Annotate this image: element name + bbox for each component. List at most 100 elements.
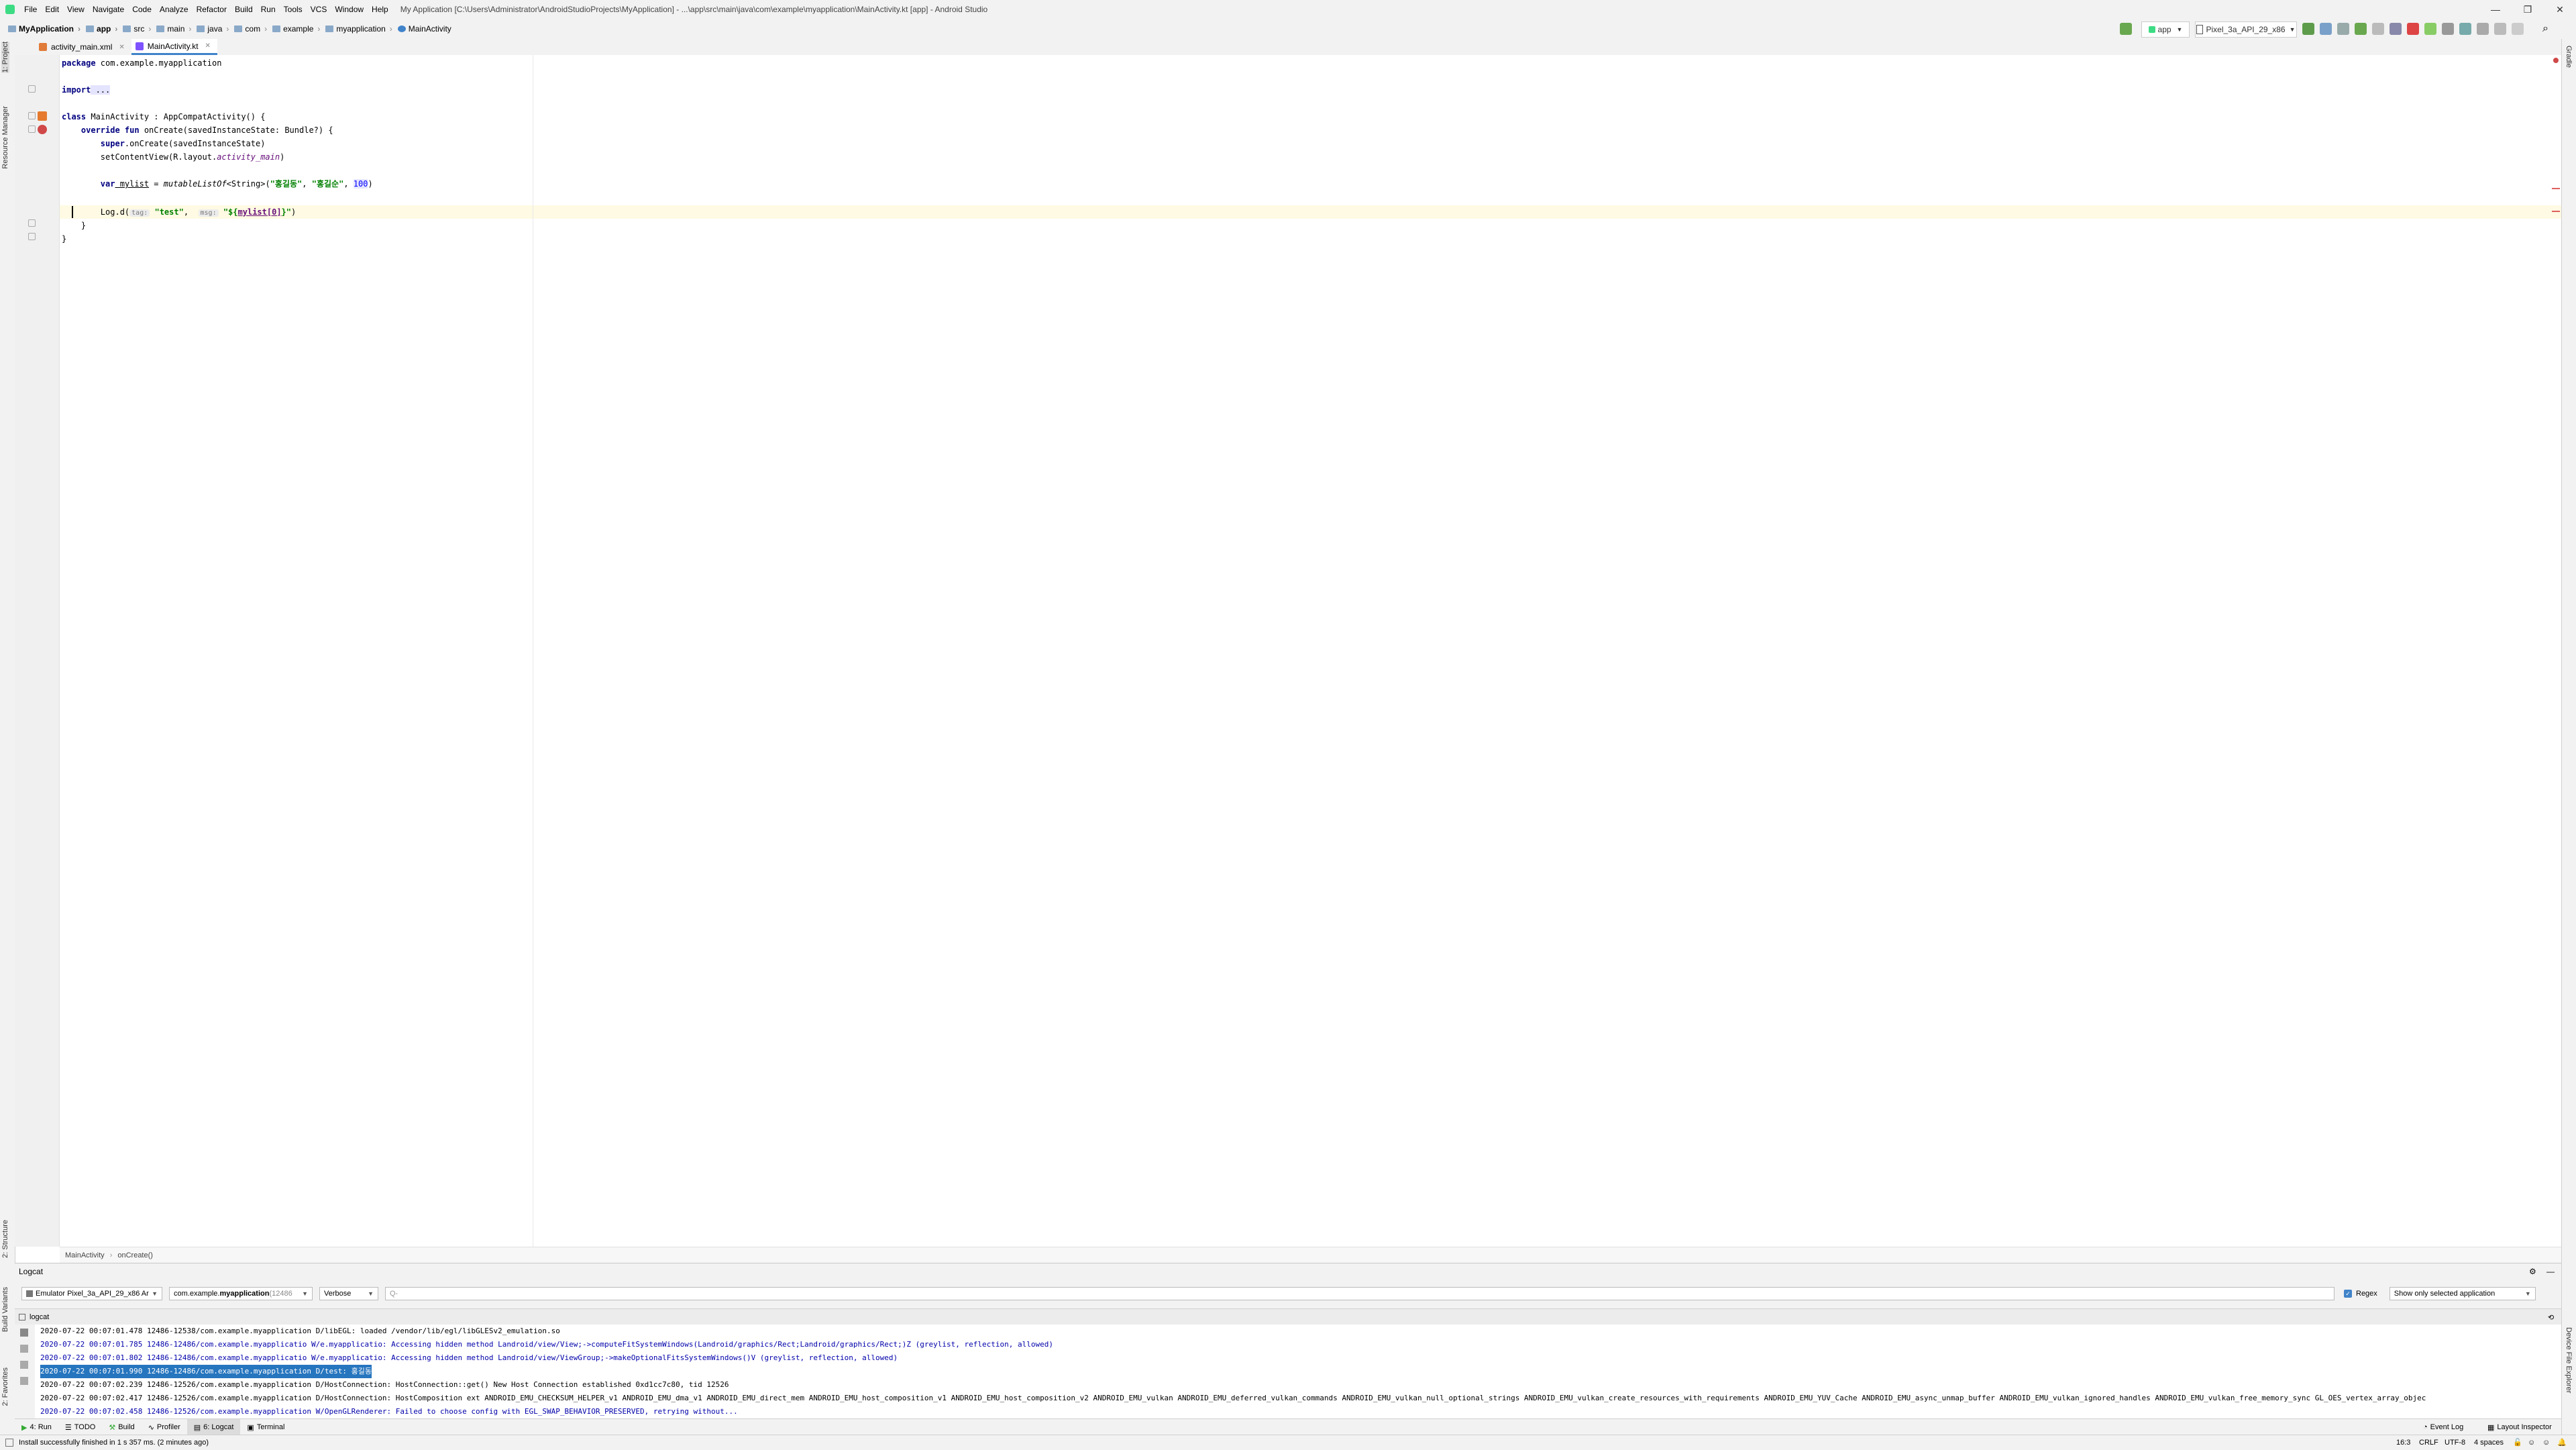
indent-setting[interactable]: 4 spaces <box>2474 1435 2504 1450</box>
error-stripe-mark[interactable] <box>2552 211 2560 212</box>
breadcrumb-myapplication[interactable]: myapplication › <box>323 24 394 34</box>
menu-code[interactable]: Code <box>128 0 156 19</box>
breadcrumb-project[interactable]: MyApplication › <box>5 24 83 34</box>
device-file-explorer-tool-button[interactable]: Device File Explorer <box>2565 1327 2573 1393</box>
caret-position[interactable]: 16:3 <box>2396 1435 2410 1450</box>
menu-window[interactable]: Window <box>331 0 368 19</box>
tab-mainactivity-kt[interactable]: MainActivity.kt ✕ <box>131 39 217 55</box>
rerun-icon[interactable] <box>2302 23 2314 35</box>
breadcrumb-com[interactable]: com › <box>231 24 270 34</box>
file-encoding[interactable]: UTF-8 <box>2445 1435 2465 1450</box>
project-structure-icon[interactable] <box>2512 23 2524 35</box>
avd-manager-icon[interactable] <box>2442 23 2454 35</box>
log-level-dropdown[interactable]: Verbose ▼ <box>319 1287 378 1300</box>
logcat-line[interactable]: 2020-07-22 00:07:02.458 12486-12526/com.… <box>40 1405 738 1418</box>
gradle-tool-button[interactable]: Gradle <box>2565 46 2573 68</box>
device-dropdown[interactable]: Emulator Pixel_3a_API_29_x86 Ar ▼ <box>21 1287 162 1300</box>
menu-file[interactable]: File <box>20 0 41 19</box>
menu-edit[interactable]: Edit <box>41 0 63 19</box>
fold-toggle-icon[interactable] <box>28 125 36 133</box>
process-dropdown[interactable]: com.example. myapplication (12486 ▼ <box>169 1287 313 1300</box>
device-selector[interactable]: Pixel_3a_API_29_x86 ▼ <box>2195 21 2297 38</box>
logcat-line[interactable]: 2020-07-22 00:07:02.239 12486-12526/com.… <box>40 1378 729 1392</box>
tool-tab-profiler[interactable]: ∿ Profiler <box>142 1419 187 1435</box>
breadcrumb-mainactivity[interactable]: MainActivity <box>395 24 454 34</box>
build-variants-tool-button[interactable]: Build Variants <box>1 1287 9 1332</box>
settings-gear-icon[interactable]: ⚙ <box>2529 1267 2536 1276</box>
project-tool-button[interactable]: 1: Project <box>1 42 9 73</box>
status-message[interactable]: Install successfully finished in 1 s 357… <box>19 1439 209 1447</box>
device-manager-icon[interactable] <box>2494 23 2506 35</box>
fold-toggle-icon[interactable] <box>28 112 36 119</box>
menu-refactor[interactable]: Refactor <box>193 0 231 19</box>
apply-code-changes-icon[interactable] <box>2337 23 2349 35</box>
fold-toggle-icon[interactable] <box>28 219 36 227</box>
tool-tab-terminal[interactable]: ▣ Terminal <box>240 1419 291 1435</box>
up-icon[interactable] <box>20 1361 28 1369</box>
maximize-button[interactable]: ❐ <box>2512 0 2544 19</box>
editor-crumb-method[interactable]: onCreate() <box>112 1251 158 1259</box>
layout-inspector-icon[interactable] <box>2477 23 2489 35</box>
breadcrumb-main[interactable]: main › <box>154 24 194 34</box>
sync-gradle-icon[interactable] <box>2424 23 2436 35</box>
error-stripe-mark[interactable] <box>2552 188 2560 189</box>
editor-crumb-class[interactable]: MainActivity <box>60 1251 110 1259</box>
run-config-selector[interactable]: app ▼ <box>2141 21 2190 38</box>
search-everywhere-icon[interactable]: ⌕ <box>2542 23 2548 35</box>
code-editor[interactable] <box>60 55 2561 1247</box>
inspector-icon[interactable]: ☺ <box>2528 1435 2535 1450</box>
menu-vcs[interactable]: VCS <box>307 0 331 19</box>
structure-tool-button[interactable]: 2: Structure <box>1 1220 9 1258</box>
close-tab-icon[interactable]: ✕ <box>205 42 211 50</box>
close-window-button[interactable]: ✕ <box>2544 0 2576 19</box>
scroll-to-end-icon[interactable] <box>20 1345 28 1353</box>
breadcrumb-app[interactable]: app › <box>83 24 120 34</box>
tool-tab-run[interactable]: ▶ 4: Run <box>15 1419 58 1435</box>
error-indicator-icon[interactable] <box>2553 58 2559 63</box>
breadcrumb-java[interactable]: java › <box>194 24 231 34</box>
tool-tab-logcat[interactable]: ▤ 6: Logcat <box>186 1419 241 1435</box>
tool-tab-build[interactable]: ⚒ Build <box>102 1419 141 1435</box>
clear-logcat-icon[interactable] <box>20 1329 28 1337</box>
menu-run[interactable]: Run <box>257 0 280 19</box>
profile-icon[interactable] <box>2372 23 2384 35</box>
tab-activity-main-xml[interactable]: activity_main.xml ✕ <box>35 39 131 55</box>
attach-debugger-icon[interactable] <box>2390 23 2402 35</box>
fold-toggle-icon[interactable] <box>28 85 36 93</box>
sdk-manager-icon[interactable] <box>2459 23 2471 35</box>
logcat-line[interactable]: 2020-07-22 00:07:01.785 12486-12486/com.… <box>40 1338 1053 1351</box>
toggle-tool-windows-icon[interactable] <box>5 1439 13 1447</box>
menu-navigate[interactable]: Navigate <box>89 0 128 19</box>
favorites-tool-button[interactable]: 2: Favorites <box>1 1367 9 1406</box>
notifications-icon[interactable]: 🔔 <box>2557 1435 2567 1450</box>
menu-build[interactable]: Build <box>231 0 257 19</box>
menu-tools[interactable]: Tools <box>280 0 307 19</box>
regex-checkbox[interactable]: ✓ Regex <box>2344 1290 2377 1298</box>
menu-analyze[interactable]: Analyze <box>156 0 193 19</box>
fold-toggle-icon[interactable] <box>28 233 36 240</box>
menu-help[interactable]: Help <box>368 0 392 19</box>
debug-icon[interactable] <box>2355 23 2367 35</box>
tool-tab-todo[interactable]: ☰ TODO <box>58 1419 102 1435</box>
logcat-output[interactable]: 2020-07-22 00:07:01.478 12486-12538/com.… <box>35 1325 2561 1418</box>
stop-icon[interactable] <box>2407 23 2419 35</box>
make-project-icon[interactable] <box>2120 23 2132 35</box>
logcat-line[interactable]: 2020-07-22 00:07:01.990 12486-12486/com.… <box>40 1365 372 1378</box>
logcat-line[interactable]: 2020-07-22 00:07:01.478 12486-12538/com.… <box>40 1325 560 1338</box>
logcat-line[interactable]: 2020-07-22 00:07:02.417 12486-12526/com.… <box>40 1392 2426 1405</box>
line-separator[interactable]: CRLF <box>2419 1435 2438 1450</box>
hide-panel-icon[interactable]: — <box>2546 1267 2555 1276</box>
menu-view[interactable]: View <box>63 0 89 19</box>
resource-manager-tool-button[interactable]: Resource Manager <box>1 106 9 169</box>
breadcrumb-example[interactable]: example › <box>270 24 323 34</box>
close-tab-icon[interactable]: ✕ <box>119 44 124 51</box>
filter-dropdown[interactable]: Show only selected application ▼ <box>2389 1287 2536 1300</box>
logcat-line[interactable]: 2020-07-22 00:07:01.802 12486-12486/com.… <box>40 1351 898 1365</box>
tool-tab-event-log[interactable]: ◔ Event Log <box>2416 1419 2470 1435</box>
apply-changes-icon[interactable] <box>2320 23 2332 35</box>
activity-marker-icon[interactable] <box>38 111 47 121</box>
editor-gutter[interactable] <box>15 55 60 1247</box>
lock-icon[interactable]: 🔓 <box>2513 1435 2522 1450</box>
logcat-subtab[interactable]: logcat <box>15 1313 53 1321</box>
minimize-button[interactable]: — <box>2479 0 2512 19</box>
